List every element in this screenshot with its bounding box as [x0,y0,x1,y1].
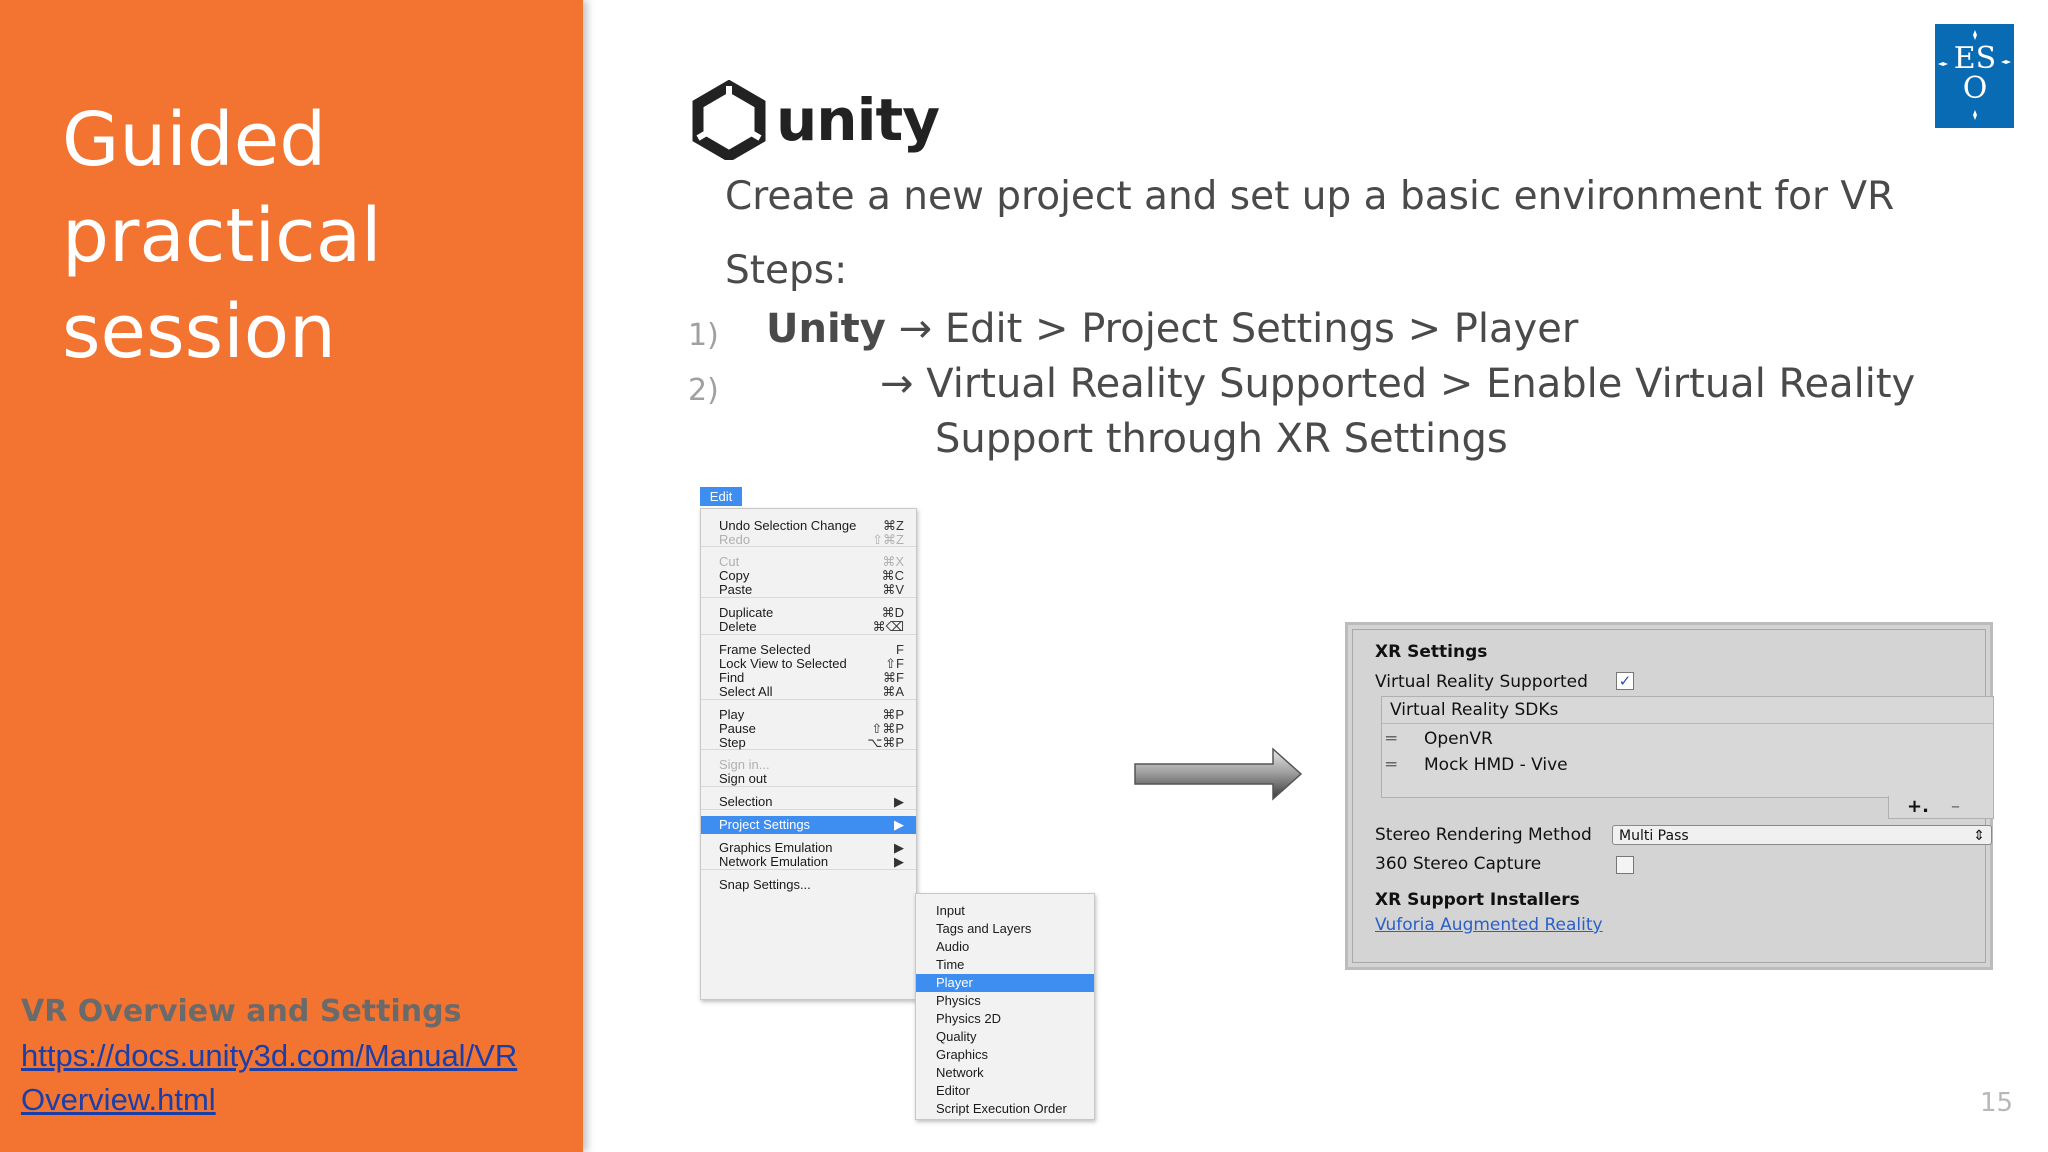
edit-menu-item[interactable]: Redo ⇧⌘Z [701,531,916,549]
vr-supported-checkbox[interactable]: ✓ [1616,672,1634,690]
project-settings-submenu-item[interactable]: Tags and Layers [916,920,1094,938]
edit-menu-item-shortcut: ⇧⌘Z [872,532,904,547]
edit-menu-item-label: Paste [719,582,753,597]
reference-title: VR Overview and Settings [21,994,462,1029]
page-number: 15 [1980,1088,2014,1118]
sdk-item-openvr: OpenVR [1424,729,1493,749]
edit-menu-item-label: Delete [719,619,757,634]
edit-menu-item[interactable]: Step ⌥⌘P [701,734,916,752]
project-settings-submenu-item[interactable]: Network [916,1064,1094,1082]
step1-bold: Unity [766,306,886,352]
eso-logo-icon: ES O [1935,24,2014,128]
select-arrows-icon: ⇕ [1973,828,1985,844]
project-settings-submenu-item[interactable]: Physics [916,992,1094,1010]
steps-label: Steps: [725,248,848,293]
sdk-row[interactable]: ═ OpenVR [1382,725,1993,751]
project-settings-submenu-item[interactable]: Physics 2D [916,1010,1094,1028]
edit-menu-item-label: Sign out [719,771,767,786]
drag-handle-icon[interactable]: ═ [1386,755,1396,775]
reference-link-line2[interactable]: Overview.html [21,1078,581,1122]
edit-menu-item[interactable]: Snap Settings... [701,876,916,894]
edit-menu-item-shortcut: ▶ [894,794,904,809]
edit-menu-item[interactable]: Select All ⌘A [701,683,916,701]
right-arrow-icon [1134,747,1303,801]
vr-supported-label: Virtual Reality Supported [1375,672,1588,692]
unity-logo: unity [690,80,940,160]
xr-settings-panel: XR Settings Virtual Reality Supported ✓ … [1345,622,1994,970]
edit-menu-item-shortcut: ⌥⌘P [867,735,904,750]
edit-menu-item-label: Project Settings [719,817,811,832]
edit-menu: Undo Selection Change ⌘Z Redo ⇧⌘Z Cut ⌘X Copy ⌘… [700,508,917,1000]
remove-sdk-button[interactable]: – [1951,796,1960,817]
edit-menu-item[interactable]: Delete ⌘⌫ [701,618,916,636]
vr-sdks-header: Virtual Reality SDKs [1390,700,1559,720]
edit-menu-item-label: Select All [719,684,773,699]
reference-block: VR Overview and Settings https://docs.un… [21,990,581,1122]
stereo-rendering-value: Multi Pass [1619,828,1689,844]
stereo-rendering-select[interactable]: Multi Pass ⇕ [1612,825,1992,845]
edit-menu-item[interactable]: Project Settings ▶ [701,816,916,834]
project-settings-submenu: Input Tags and Layers Audio Time Player Physi… [915,893,1095,1120]
vr-sdk-header-row: Virtual Reality SDKs [1382,697,1993,724]
reference-link-line1[interactable]: https://docs.unity3d.com/Manual/VR [21,1034,581,1078]
edit-menu-item-label: Snap Settings... [719,877,811,892]
add-sdk-button[interactable]: +. [1907,796,1929,817]
left-title-panel: Guided practical session VR Overview and… [0,0,583,1152]
edit-menu-item-shortcut: ⌘A [882,684,904,699]
step1-text: Unity → Edit > Project Settings > Player [766,306,1578,352]
step2-number: 2) [688,373,719,408]
unity-cube-icon [692,80,766,160]
xr-settings-header: XR Settings [1375,642,1488,662]
project-settings-submenu-item[interactable]: Audio [916,938,1094,956]
edit-menu-item-label: Network Emulation [719,854,829,869]
project-settings-submenu-item[interactable]: Script Execution Order [916,1100,1094,1118]
slide-subtitle: Create a new project and set up a basic … [725,174,1895,219]
vr-sdk-list: Virtual Reality SDKs ═ OpenVR ═ Mock HMD… [1381,696,1994,798]
step1-number: 1) [688,318,719,353]
stereo-rendering-label: Stereo Rendering Method [1375,825,1592,845]
xr-installers-header: XR Support Installers [1375,890,1580,910]
edit-menu-item[interactable]: Selection ▶ [701,793,916,811]
edit-menu-item-shortcut: ▶ [894,817,904,832]
project-settings-submenu-item[interactable]: Player [916,974,1094,992]
project-settings-submenu-item[interactable]: Quality [916,1028,1094,1046]
edit-menu-item-label: Redo [719,532,751,547]
project-settings-submenu-item[interactable]: Graphics [916,1046,1094,1064]
svg-text:O: O [1963,71,1988,106]
step2-text: → Virtual Reality Supported > Enable Vir… [880,361,1916,407]
edit-menu-tab[interactable]: Edit [700,487,742,506]
unity-wordmark: unity [776,86,940,154]
drag-handle-icon[interactable]: ═ [1386,729,1396,749]
edit-menu-item-label: Selection [719,794,773,809]
edit-menu-item[interactable]: Paste ⌘V [701,581,916,599]
sdk-list-footer: +. – [1888,796,1994,819]
edit-menu-item-shortcut: ▶ [894,854,904,869]
edit-menu-item-label: Step [719,735,746,750]
edit-menu-item[interactable]: Sign out [701,770,916,788]
edit-menu-item-shortcut: ⌘V [882,582,904,597]
edit-menu-item[interactable]: Network Emulation ▶ [701,853,916,871]
sdk-item-mock-hmd: Mock HMD - Vive [1424,755,1568,775]
sdk-row[interactable]: ═ Mock HMD - Vive [1382,751,1993,777]
stereo-capture-checkbox[interactable] [1616,856,1634,874]
vuforia-link[interactable]: Vuforia Augmented Reality [1375,915,1603,935]
stereo-capture-label: 360 Stereo Capture [1375,854,1542,874]
project-settings-submenu-item[interactable]: Time [916,956,1094,974]
edit-menu-item-shortcut: ⌘⌫ [872,619,904,634]
slide-title: Guided practical session [62,97,382,375]
step2-text-continued: Support through XR Settings [935,416,1508,462]
project-settings-submenu-item[interactable]: Editor [916,1082,1094,1100]
project-settings-submenu-item[interactable]: Input [916,902,1094,920]
step1-rest: → Edit > Project Settings > Player [898,306,1579,352]
